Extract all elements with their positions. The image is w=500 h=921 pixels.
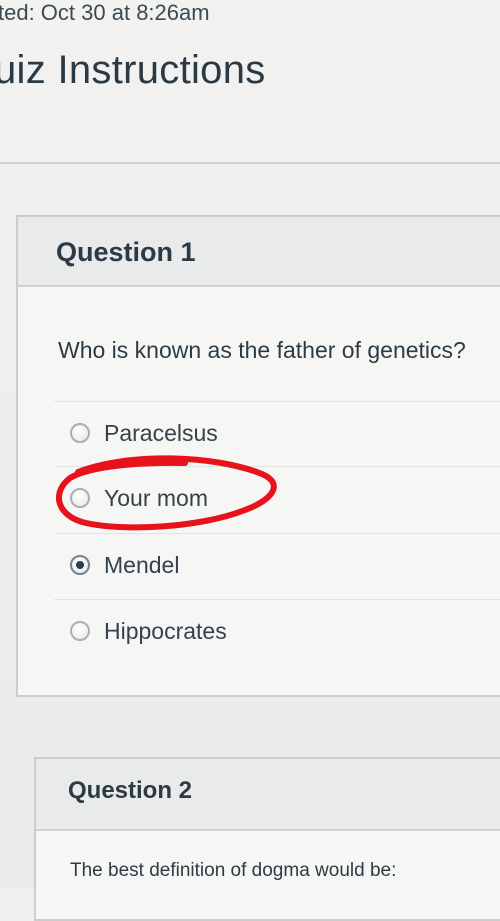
- answer-option-your-mom[interactable]: Your mom: [54, 466, 500, 529]
- quiz-started-timestamp: ted: Oct 30 at 8:26am: [0, 0, 210, 25]
- answer-label: Mendel: [104, 551, 180, 578]
- question-2-card: Question 2 The best definition of dogma …: [34, 757, 500, 921]
- answer-option-mendel[interactable]: Mendel: [54, 533, 500, 596]
- question-2-text: The best definition of dogma would be:: [70, 860, 397, 881]
- answer-label: Paracelsus: [104, 419, 218, 446]
- question-1-header: Question 1: [18, 217, 500, 287]
- question-2-label: Question 2: [68, 777, 193, 804]
- question-1-text: Who is known as the father of genetics?: [58, 337, 466, 363]
- question-2-header: Question 2: [36, 759, 500, 831]
- question-1-label: Question 1: [56, 237, 196, 267]
- page-title: uiz Instructions: [0, 48, 266, 92]
- answer-label: Your mom: [104, 484, 208, 511]
- answer-option-paracelsus[interactable]: Paracelsus: [54, 401, 500, 464]
- radio-selected-icon[interactable]: [70, 555, 90, 575]
- answer-label: Hippocrates: [104, 617, 227, 644]
- answer-option-hippocrates[interactable]: Hippocrates: [54, 599, 500, 662]
- radio-unselected-icon[interactable]: [70, 488, 90, 508]
- radio-unselected-icon[interactable]: [70, 621, 90, 641]
- radio-unselected-icon[interactable]: [70, 423, 90, 443]
- title-divider: [0, 162, 500, 164]
- question-1-card: Question 1 Who is known as the father of…: [16, 215, 500, 697]
- quiz-page: ted: Oct 30 at 8:26am uiz Instructions Q…: [0, 0, 500, 921]
